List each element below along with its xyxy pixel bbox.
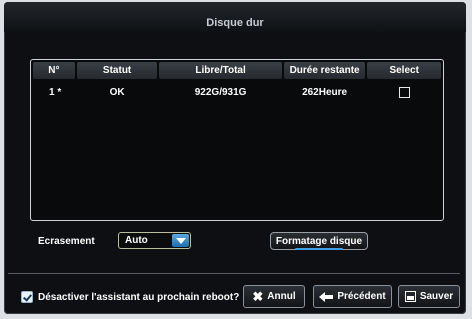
header-number: N° bbox=[33, 62, 75, 79]
x-icon: ✖ bbox=[252, 289, 264, 304]
cell-status: OK bbox=[109, 86, 125, 98]
footer-divider bbox=[8, 273, 460, 274]
window-title: Disque dur bbox=[206, 17, 264, 29]
header-status: Statut bbox=[76, 62, 158, 79]
table-header: N° Statut Libre/Total Durée restante Sel… bbox=[33, 62, 441, 79]
cell-number: 1 * bbox=[49, 86, 62, 98]
disk-table: N° Statut Libre/Total Durée restante Sel… bbox=[30, 59, 444, 221]
overwrite-value: Auto bbox=[125, 235, 148, 246]
save-label: Sauver bbox=[419, 291, 454, 302]
disable-wizard-label: Désactiver l'assistant au prochain reboo… bbox=[38, 292, 240, 303]
cancel-label: Annul bbox=[267, 291, 296, 302]
header-remaining: Durée restante bbox=[283, 62, 366, 79]
cell-free-total: 922G/931G bbox=[194, 86, 247, 98]
save-button[interactable]: Sauver bbox=[398, 285, 460, 308]
select-checkbox[interactable] bbox=[398, 86, 410, 98]
table-row[interactable]: 1 * OK 922G/931G 262Heure bbox=[33, 84, 441, 100]
previous-button[interactable]: Précédent bbox=[313, 285, 392, 308]
overwrite-select[interactable]: Auto bbox=[118, 232, 191, 249]
disable-wizard-checkbox[interactable] bbox=[21, 291, 33, 303]
previous-label: Précédent bbox=[337, 291, 386, 302]
chevron-down-icon[interactable] bbox=[172, 234, 189, 247]
arrow-left-icon bbox=[319, 291, 334, 302]
overwrite-label: Ecrasement bbox=[38, 236, 95, 247]
format-disk-button[interactable]: Formatage disque bbox=[270, 232, 368, 250]
title-bar: Disque dur bbox=[4, 2, 466, 32]
header-free-total: Libre/Total bbox=[159, 62, 282, 79]
header-select: Select bbox=[367, 62, 441, 79]
cancel-button[interactable]: ✖ Annul bbox=[243, 285, 305, 308]
save-icon bbox=[404, 291, 416, 302]
cell-remaining: 262Heure bbox=[302, 86, 348, 98]
cell-select bbox=[367, 84, 441, 100]
